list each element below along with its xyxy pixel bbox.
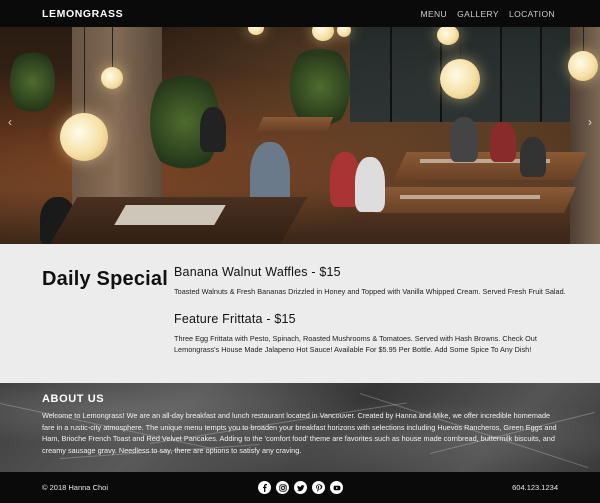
about-section: ABOUT US Welcome to Lemongrass! We are a…	[0, 383, 600, 472]
special-item: Banana Walnut Waffles - $15 Toasted Waln…	[174, 265, 569, 297]
site-logo[interactable]: LEMONGRASS	[42, 8, 123, 20]
about-title: ABOUT US	[42, 393, 105, 405]
twitter-icon[interactable]	[294, 481, 307, 494]
instagram-icon[interactable]	[276, 481, 289, 494]
special-item-name: Feature Frittata - $15	[174, 312, 296, 326]
nav-menu: MENU GALLERY LOCATION	[420, 9, 555, 19]
special-item-name: Banana Walnut Waffles - $15	[174, 265, 341, 279]
hero-image	[0, 27, 600, 244]
phone-number[interactable]: 604.123.1234	[512, 483, 558, 492]
daily-special-title: Daily Special	[42, 268, 168, 290]
top-nav: LEMONGRASS MENU GALLERY LOCATION	[0, 0, 600, 27]
nav-item-menu[interactable]: MENU	[420, 9, 447, 19]
youtube-icon[interactable]	[330, 481, 343, 494]
special-item-description: Toasted Walnuts & Fresh Bananas Drizzled…	[174, 287, 566, 296]
copyright-text: © 2018 Hanna Choi	[42, 483, 108, 492]
nav-item-gallery[interactable]: GALLERY	[457, 9, 499, 19]
pinterest-icon[interactable]	[312, 481, 325, 494]
social-links	[258, 481, 343, 494]
nav-item-location[interactable]: LOCATION	[509, 9, 555, 19]
hero-carousel: ‹ ›	[0, 27, 600, 244]
carousel-prev-arrow-icon[interactable]: ‹	[8, 115, 12, 129]
special-item: Feature Frittata - $15 Three Egg Frittat…	[174, 312, 569, 355]
daily-special-section: Daily Special Banana Walnut Waffles - $1…	[0, 244, 600, 383]
special-item-description: Three Egg Frittata with Pesto, Spinach, …	[174, 334, 537, 354]
carousel-next-arrow-icon[interactable]: ›	[588, 115, 592, 129]
site-footer: © 2018 Hanna Choi 604.123.1234	[0, 472, 600, 503]
about-text: Welcome to Lemongrass! We are an all-day…	[42, 411, 557, 455]
facebook-icon[interactable]	[258, 481, 271, 494]
